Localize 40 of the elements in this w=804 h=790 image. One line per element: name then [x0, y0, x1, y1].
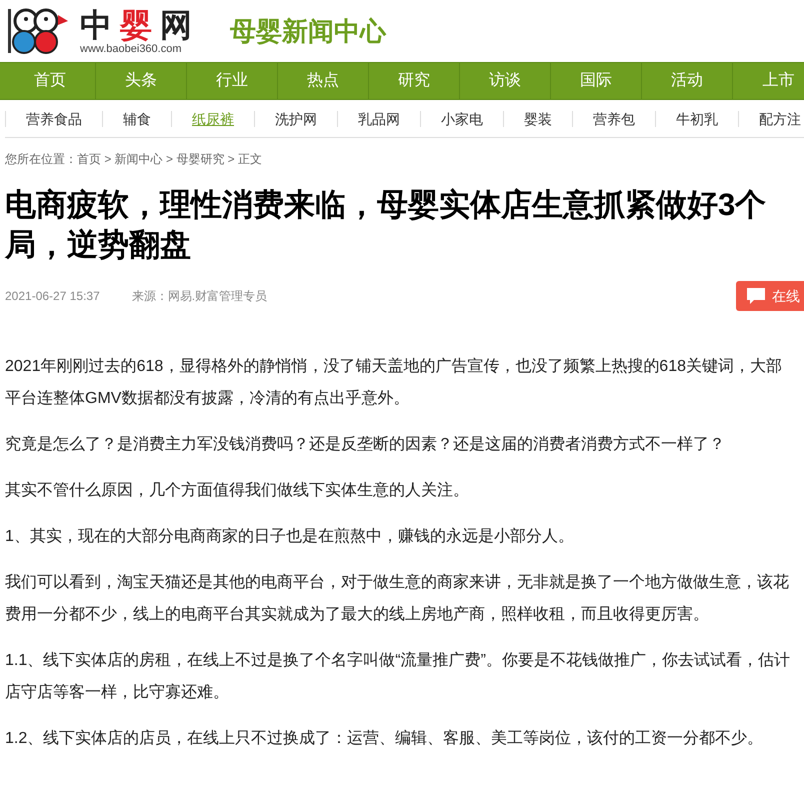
breadcrumb: 您所在位置：首页 > 新闻中心 > 母婴研究 > 正文	[5, 151, 262, 168]
subnav-link[interactable]: 营养食品	[5, 110, 102, 126]
logo-name: 中 婴 网	[80, 7, 200, 43]
subnav-link[interactable]: 牛初乳	[655, 110, 738, 126]
nav-link[interactable]: 行业	[187, 63, 278, 99]
subnav-link[interactable]: 婴装	[503, 110, 572, 126]
paragraph-line: 2021年刚刚过去的618，显得格外的静悄悄，没了铺天盖地的广告宣传，也没了频繁上热搜的618关键词，大部	[5, 356, 782, 377]
owl-logo-icon	[6, 7, 68, 55]
paragraph-line: 1.2、线下实体店的店员，在线上只不过换成了：运营、编辑、客服、美工等岗位，该付的工资一分都不少。	[5, 728, 764, 749]
subnav-link[interactable]: 小家电	[420, 110, 503, 126]
subnav-link[interactable]: 配方注	[738, 110, 804, 126]
article-title-line: 局，逆势翻盘	[5, 226, 191, 264]
paragraph-line: 究竟是怎么了？是消费主力军没钱消费吗？还是反垄断的因素？还是这届的消费者消费方式不一样了？	[5, 434, 725, 455]
nav-link[interactable]: 活动	[642, 63, 733, 99]
nav-link[interactable]: 访谈	[460, 63, 551, 99]
online-chat-button[interactable]: 在线	[736, 281, 804, 311]
nav-link[interactable]: 头条	[96, 63, 187, 99]
paragraph-line: 平台连整体GMV数据都没有披露，冷清的有点出乎意外。	[5, 388, 410, 409]
subnav-link[interactable]: 洗护网	[254, 110, 337, 126]
paragraph-line: 费用一分都不少，线上的电商平台其实就成为了最大的线上房地产商，照样收租，而且收得更厉害。	[5, 604, 709, 625]
publish-date: 2021-06-27 15:37	[5, 288, 100, 305]
article-source: 来源：网易.财富管理专员	[132, 288, 268, 305]
subnav-link[interactable]: 辅食	[102, 110, 171, 126]
paragraph-line: 1.1、线下实体店的房租，在线上不过是换了个名字叫做“流量推广费”。你要是不花钱做推广，你去试试看，估计	[5, 650, 790, 671]
article-title-line: 电商疲软，理性消费来临，母婴实体店生意抓紧做好3个	[5, 186, 766, 224]
paragraph-line: 我们可以看到，淘宝天猫还是其他的电商平台，对于做生意的商家来讲，无非就是换了一个地方做做生意，该花	[5, 572, 789, 593]
section-title: 母婴新闻中心	[230, 14, 386, 48]
nav-link[interactable]: 上市	[733, 63, 804, 99]
nav-link[interactable]: 研究	[369, 63, 460, 99]
chat-bubble-icon	[746, 287, 766, 305]
nav-link[interactable]: 热点	[278, 63, 369, 99]
subnav-link[interactable]: 营养包	[572, 110, 655, 126]
nav-link[interactable]: 国际	[551, 63, 642, 99]
paragraph-line: 其实不管什么原因，几个方面值得我们做线下实体生意的人关注。	[5, 480, 469, 501]
subnav-link[interactable]: 乳品网	[337, 110, 420, 126]
paragraph-line: 1、其实，现在的大部分电商商家的日子也是在煎熬中，赚钱的永远是小部分人。	[5, 526, 574, 547]
nav-link[interactable]: 首页	[5, 63, 96, 99]
paragraph-line: 店守店等客一样，比守寡还难。	[5, 682, 229, 703]
subnav-link[interactable]: 纸尿裤	[171, 110, 254, 126]
logo-url: www.baobei360.com	[80, 43, 183, 55]
